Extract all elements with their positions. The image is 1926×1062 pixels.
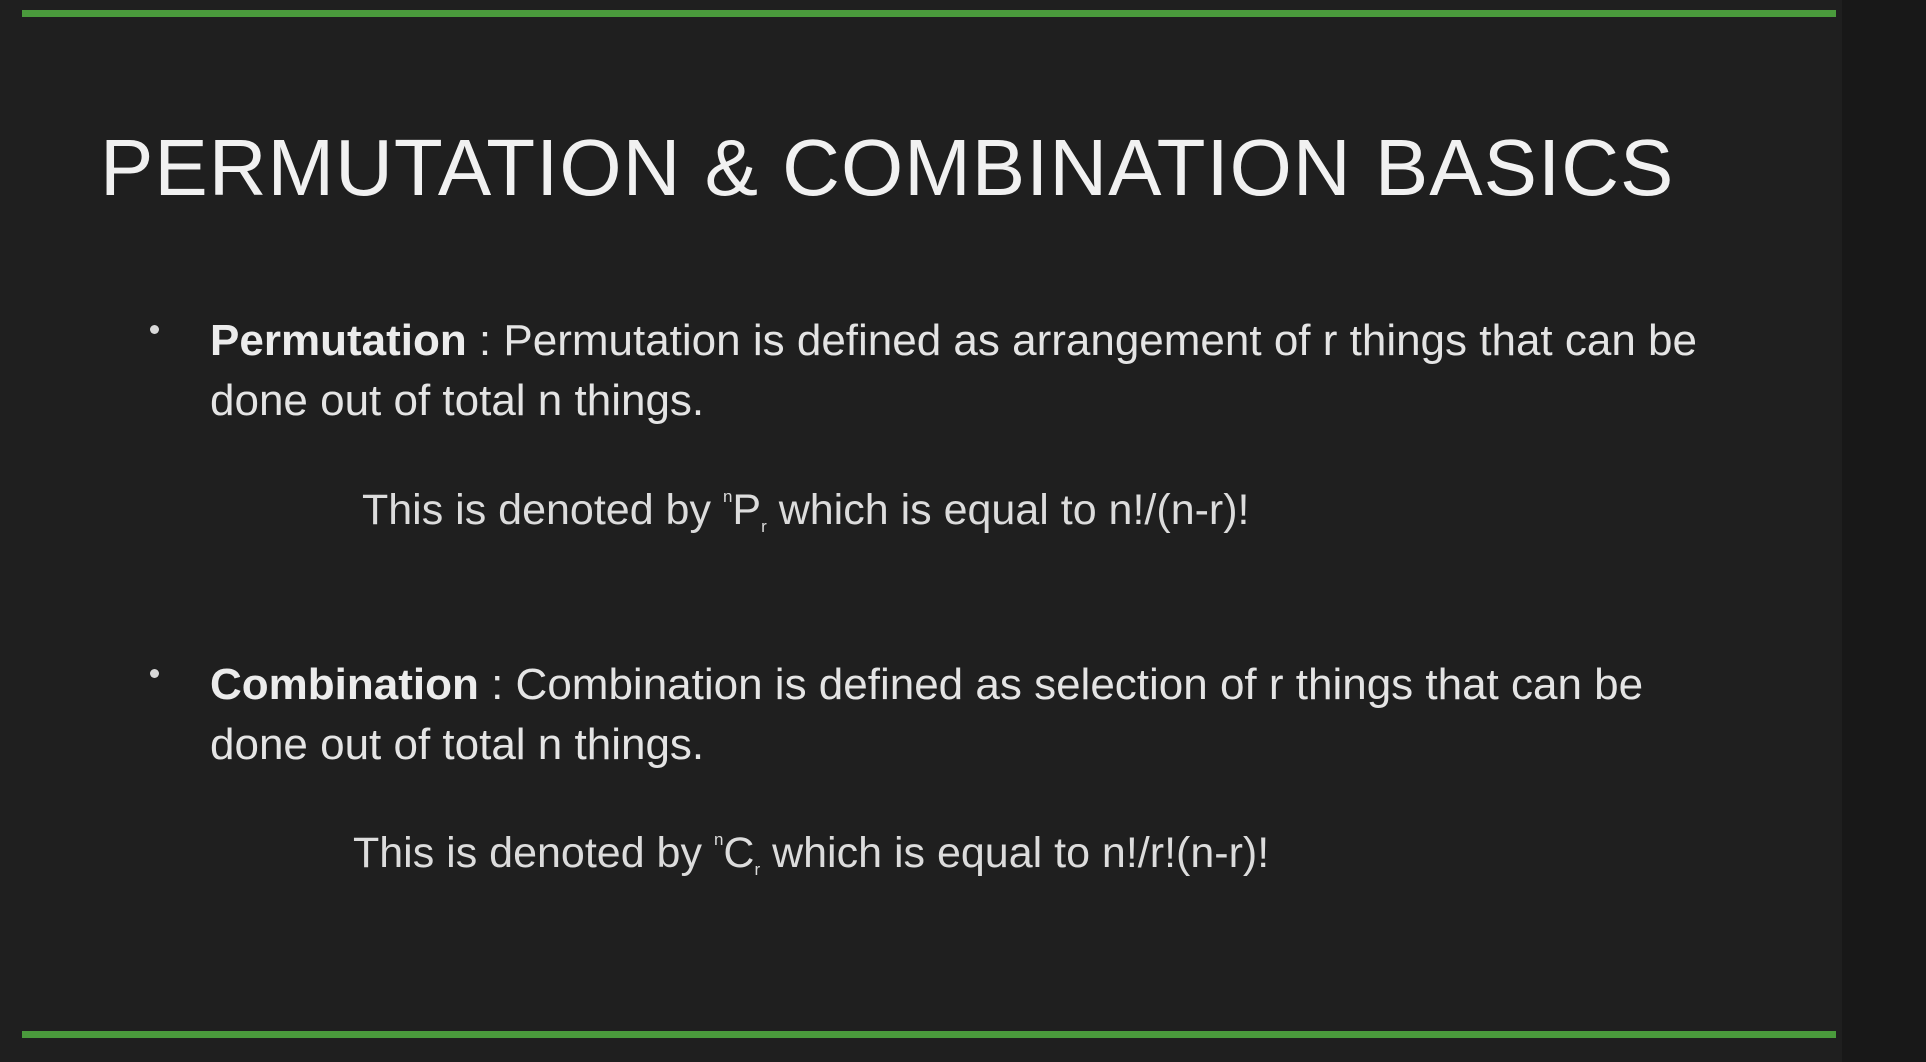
formula-combination-symbol: C [723,829,755,877]
bullet-dot-icon [150,669,159,678]
formula-permutation: This is denoted by nPr which is equal to… [362,486,1250,537]
formula-combination: This is denoted by nCr which is equal to… [353,829,1269,880]
formula-permutation-suffix: which is equal to n!/(n-r)! [766,486,1250,534]
formula-permutation-superscript: n [722,487,733,506]
bullet-combination-text: Combination : Combination is defined as … [210,655,1750,775]
formula-combination-suffix: which is equal to n!/r!(n-r)! [760,829,1270,877]
top-accent-rule [22,10,1836,17]
formula-permutation-symbol: P [732,486,762,534]
formula-permutation-prefix: This is denoted by [362,486,723,534]
term-combination: Combination [210,660,479,709]
formula-combination-prefix: This is denoted by [353,829,714,877]
bottom-accent-rule [22,1031,1836,1038]
slide: PERMUTATION & COMBINATION BASICS Permuta… [0,0,1926,1062]
slide-title: PERMUTATION & COMBINATION BASICS [100,123,1675,212]
term-separator: : [478,660,516,709]
bullet-dot-icon [150,325,159,334]
side-strip [1842,0,1926,1062]
term-separator: : [466,316,504,365]
bullet-permutation-text: Permutation : Permutation is defined as … [210,311,1750,431]
term-permutation: Permutation [210,316,467,365]
formula-combination-superscript: n [713,830,724,849]
